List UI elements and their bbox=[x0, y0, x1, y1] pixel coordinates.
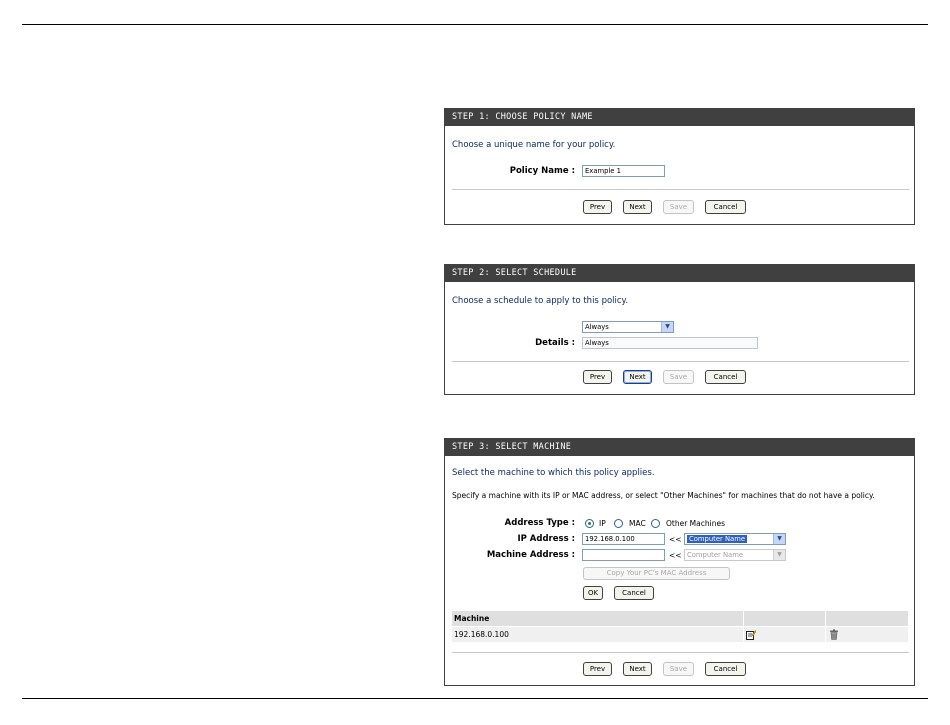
radio-ip-label: IP bbox=[599, 519, 606, 528]
machine-cell: 192.168.0.100 bbox=[454, 630, 509, 639]
table-row: 192.168.0.100 bbox=[452, 627, 908, 642]
details-label: Details : bbox=[535, 338, 575, 348]
mac-computer-name-select[interactable]: Computer Name ▼ bbox=[684, 549, 786, 561]
step2-intro: Choose a schedule to apply to this polic… bbox=[452, 296, 629, 306]
mac-computer-name-value: Computer Name bbox=[687, 551, 744, 559]
machine-column-header: Machine bbox=[454, 614, 490, 623]
radio-mac-label: MAC bbox=[629, 519, 646, 528]
ip-copy-arrows[interactable]: << bbox=[669, 535, 682, 544]
step1-panel: STEP 1: CHOOSE POLICY NAME Choose a uniq… bbox=[444, 108, 915, 225]
radio-other-machines[interactable] bbox=[651, 519, 660, 528]
policy-name-input[interactable]: Example 1 bbox=[582, 165, 665, 177]
machine-address-label: Machine Address : bbox=[486, 550, 575, 560]
machine-cancel-button[interactable]: Cancel bbox=[614, 586, 654, 600]
step2-panel: STEP 2: SELECT SCHEDULE Choose a schedul… bbox=[444, 264, 915, 395]
step1-prev-button[interactable]: Prev bbox=[583, 200, 612, 214]
step3-description: Specify a machine with its IP or MAC add… bbox=[452, 491, 875, 500]
edit-icon[interactable] bbox=[746, 630, 757, 640]
chevron-down-icon: ▼ bbox=[773, 534, 785, 544]
step2-prev-button[interactable]: Prev bbox=[583, 370, 612, 384]
schedule-select-value: Always bbox=[585, 323, 609, 331]
chevron-down-icon: ▼ bbox=[773, 550, 785, 560]
ip-computer-name-select[interactable]: Computer Name ▼ bbox=[684, 533, 786, 545]
radio-ip[interactable] bbox=[585, 519, 594, 528]
details-field: Always bbox=[582, 337, 758, 349]
step2-title: STEP 2: SELECT SCHEDULE bbox=[445, 265, 914, 282]
policy-name-label: Policy Name : bbox=[509, 166, 575, 176]
top-rule bbox=[22, 24, 928, 25]
step3-title: STEP 3: SELECT MACHINE bbox=[445, 439, 914, 456]
ip-address-input[interactable]: 192.168.0.100 bbox=[582, 533, 665, 545]
machine-table-header: Machine bbox=[452, 611, 908, 626]
ok-button[interactable]: OK bbox=[583, 586, 603, 600]
step2-save-button[interactable]: Save bbox=[663, 370, 694, 384]
step1-next-button[interactable]: Next bbox=[623, 200, 652, 214]
column-divider bbox=[825, 611, 826, 626]
step3-intro: Select the machine to which this policy … bbox=[452, 468, 655, 478]
ip-address-label: IP Address : bbox=[517, 534, 575, 544]
step1-title: STEP 1: CHOOSE POLICY NAME bbox=[445, 109, 914, 126]
column-divider bbox=[743, 611, 744, 626]
column-divider bbox=[825, 627, 826, 642]
ip-computer-name-value: Computer Name bbox=[687, 535, 748, 543]
step1-cancel-button[interactable]: Cancel bbox=[705, 200, 746, 214]
step3-panel: STEP 3: SELECT MACHINE Select the machin… bbox=[444, 438, 915, 686]
step1-intro: Choose a unique name for your policy. bbox=[452, 140, 616, 150]
step3-next-button[interactable]: Next bbox=[623, 662, 652, 676]
step3-prev-button[interactable]: Prev bbox=[583, 662, 612, 676]
radio-other-machines-label: Other Machines bbox=[666, 519, 725, 528]
step2-cancel-button[interactable]: Cancel bbox=[705, 370, 746, 384]
mac-copy-arrows[interactable]: << bbox=[669, 551, 682, 560]
bottom-rule bbox=[22, 698, 928, 699]
machine-address-input[interactable] bbox=[582, 549, 665, 561]
step3-cancel-button[interactable]: Cancel bbox=[705, 662, 746, 676]
step3-separator bbox=[452, 652, 909, 653]
step1-save-button[interactable]: Save bbox=[663, 200, 694, 214]
step3-save-button[interactable]: Save bbox=[663, 662, 694, 676]
chevron-down-icon: ▼ bbox=[661, 322, 673, 332]
step2-separator bbox=[452, 361, 909, 362]
step1-separator bbox=[452, 189, 909, 190]
schedule-select[interactable]: Always ▼ bbox=[582, 321, 674, 333]
trash-icon[interactable] bbox=[829, 629, 839, 640]
address-type-label: Address Type : bbox=[504, 518, 575, 528]
radio-mac[interactable] bbox=[614, 519, 623, 528]
step2-next-button[interactable]: Next bbox=[623, 370, 652, 384]
column-divider bbox=[743, 627, 744, 642]
copy-mac-address-button[interactable]: Copy Your PC's MAC Address bbox=[583, 567, 730, 580]
